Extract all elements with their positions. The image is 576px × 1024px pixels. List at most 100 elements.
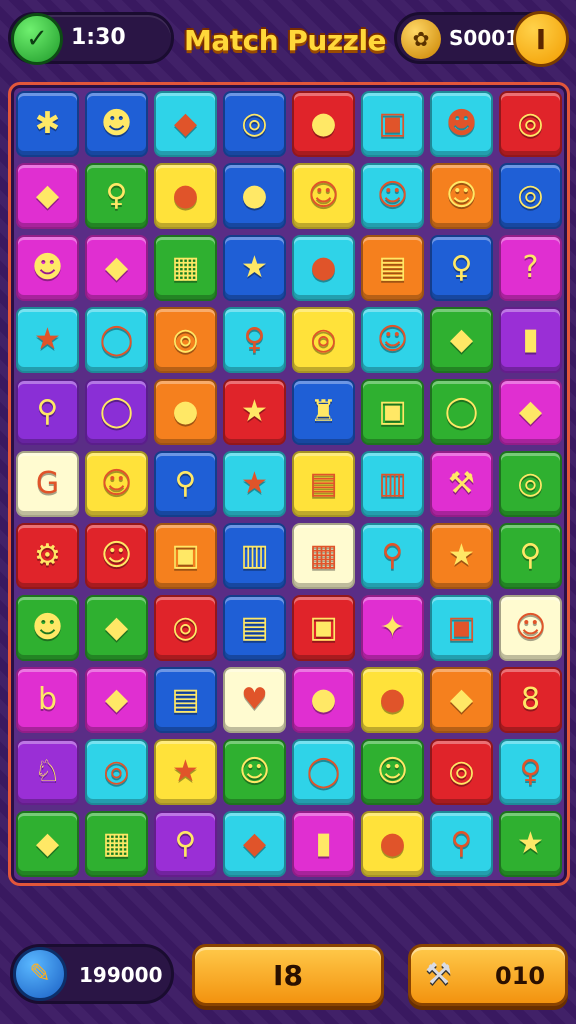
board-tile[interactable]: ♀: [223, 307, 286, 373]
board-tile[interactable]: ★: [223, 451, 286, 517]
board-tile[interactable]: ▤: [361, 235, 424, 301]
board-tile[interactable]: ●: [292, 235, 355, 301]
board-tile[interactable]: ✦: [361, 595, 424, 661]
board-tile[interactable]: ☺: [223, 739, 286, 805]
board-tile[interactable]: ⚲: [154, 811, 217, 877]
board-tile[interactable]: ◯: [292, 739, 355, 805]
board-tile[interactable]: ☺: [361, 739, 424, 805]
board-tile[interactable]: ▣: [361, 379, 424, 445]
board-tile[interactable]: ♘: [16, 739, 79, 805]
board-tile[interactable]: ◆: [85, 235, 148, 301]
board-tile[interactable]: ◆: [16, 811, 79, 877]
board-tile[interactable]: ☻: [16, 235, 79, 301]
heart-icon: ♥: [241, 682, 268, 717]
board-tile[interactable]: G: [16, 451, 79, 517]
board-tile[interactable]: ♥: [223, 667, 286, 733]
board-tile[interactable]: ◎: [85, 739, 148, 805]
treasure-icon: ✿: [401, 19, 441, 59]
board-tile[interactable]: ♀: [499, 739, 562, 805]
board-tile[interactable]: ♀: [430, 235, 493, 301]
board-tile[interactable]: ●: [361, 811, 424, 877]
board-tile[interactable]: ●: [292, 91, 355, 157]
hint-button[interactable]: ⚒ 010: [408, 944, 568, 1006]
star-icon: ★: [241, 250, 268, 285]
board-tile[interactable]: ◯: [85, 307, 148, 373]
board-tile[interactable]: ▣: [292, 595, 355, 661]
board-tile[interactable]: ●: [223, 163, 286, 229]
board-tile[interactable]: ▤: [292, 451, 355, 517]
board-tile[interactable]: ?: [499, 235, 562, 301]
board-tile[interactable]: ☺: [292, 163, 355, 229]
board-tile[interactable]: ⚲: [361, 523, 424, 589]
purple-face-icon: ☺: [376, 178, 409, 213]
board-tile[interactable]: ◎: [430, 739, 493, 805]
vortex-icon: ◎: [103, 754, 130, 789]
board-tile[interactable]: ☺: [499, 595, 562, 661]
board-tile[interactable]: ⚲: [430, 811, 493, 877]
board-tile[interactable]: ◎: [223, 91, 286, 157]
board-tile[interactable]: ◆: [85, 667, 148, 733]
board-tile[interactable]: ◎: [499, 451, 562, 517]
board-tile[interactable]: ☺: [361, 307, 424, 373]
board-tile[interactable]: ◆: [430, 307, 493, 373]
photo-icon: ▣: [378, 394, 407, 429]
board-tile[interactable]: ▦: [85, 811, 148, 877]
board-tile[interactable]: ●: [292, 667, 355, 733]
board-tile[interactable]: ◯: [85, 379, 148, 445]
board-tile[interactable]: ▮: [499, 307, 562, 373]
board-tile[interactable]: ◎: [154, 307, 217, 373]
board-tile[interactable]: ☺: [361, 163, 424, 229]
board-tile[interactable]: ●: [361, 667, 424, 733]
board-tile[interactable]: 8: [499, 667, 562, 733]
board-tile[interactable]: ☻: [16, 595, 79, 661]
board-tile[interactable]: ⚲: [16, 379, 79, 445]
board-tile[interactable]: ☺: [85, 451, 148, 517]
board-tile[interactable]: ▥: [223, 523, 286, 589]
board-tile[interactable]: ✱: [16, 91, 79, 157]
board-tile[interactable]: ★: [223, 235, 286, 301]
board-tile[interactable]: ☺: [430, 163, 493, 229]
board-tile[interactable]: ◆: [499, 379, 562, 445]
board-tile[interactable]: ◎: [154, 595, 217, 661]
moves-button[interactable]: I8: [192, 944, 384, 1006]
board-tile[interactable]: ▣: [430, 595, 493, 661]
board-tile[interactable]: ★: [430, 523, 493, 589]
board-tile[interactable]: ☺: [85, 523, 148, 589]
board-tile[interactable]: ▦: [154, 235, 217, 301]
board-tile[interactable]: ▤: [223, 595, 286, 661]
board-tile[interactable]: ◆: [16, 163, 79, 229]
board-tile[interactable]: ●: [154, 163, 217, 229]
board-tile[interactable]: ▦: [292, 523, 355, 589]
board-tile[interactable]: ★: [154, 739, 217, 805]
add-coins-button[interactable]: I: [513, 11, 569, 67]
board-tile[interactable]: ▤: [154, 667, 217, 733]
board-tile[interactable]: ▥: [361, 451, 424, 517]
board-tile[interactable]: ☻: [85, 91, 148, 157]
board-tile[interactable]: ◎: [499, 91, 562, 157]
board-tile[interactable]: ◆: [223, 811, 286, 877]
board-tile[interactable]: ⚲: [154, 451, 217, 517]
board-tile[interactable]: ◆: [154, 91, 217, 157]
board-tile[interactable]: ⚙: [16, 523, 79, 589]
board-tile[interactable]: ▮: [292, 811, 355, 877]
board-tile[interactable]: b: [16, 667, 79, 733]
board-tile[interactable]: ★: [223, 379, 286, 445]
paper-plane-icon: ◆: [104, 250, 129, 285]
board-tile[interactable]: ◆: [430, 667, 493, 733]
board-tile[interactable]: ◎: [499, 163, 562, 229]
board-tile[interactable]: ▣: [154, 523, 217, 589]
board-tile[interactable]: ▣: [361, 91, 424, 157]
board-tile[interactable]: ◆: [85, 595, 148, 661]
board-tile[interactable]: ♀: [85, 163, 148, 229]
board-tile[interactable]: ★: [499, 811, 562, 877]
board-tile[interactable]: ●: [154, 379, 217, 445]
board-tile[interactable]: ◯: [430, 379, 493, 445]
bottom-bar: ✎ 199000 I8 ⚒ 010: [0, 930, 576, 1024]
board-tile[interactable]: ⚲: [499, 523, 562, 589]
board-tile[interactable]: ♜: [292, 379, 355, 445]
board-tile[interactable]: ☻: [430, 91, 493, 157]
bubble-icon: ●: [310, 106, 337, 141]
board-tile[interactable]: ◎: [292, 307, 355, 373]
board-tile[interactable]: ★: [16, 307, 79, 373]
board-tile[interactable]: ⚒: [430, 451, 493, 517]
